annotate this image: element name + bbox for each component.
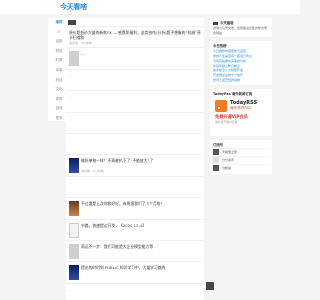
rss-icon	[215, 99, 227, 112]
back-to-top-button[interactable]	[206, 282, 214, 290]
entry-title[interactable]: 原价超低价大量的新款FX — 感恩发福利，这类创作(分析)超乎想象的“机械”亮卡…	[69, 30, 201, 40]
avatar	[213, 165, 219, 172]
entry-title[interactable]: …	[69, 180, 201, 190]
entry-meta	[69, 105, 201, 109]
entry-thumbnail[interactable]	[69, 201, 79, 217]
entry-thumbnail[interactable]	[69, 243, 79, 259]
entry-thumbnail[interactable]	[69, 158, 79, 174]
entry-meta	[81, 255, 201, 259]
entry-meta	[69, 127, 201, 131]
right-sidebar: 今天看啥 微信公众号文章，优质搬运合集的整合聚合网站 今日热榜 今日推荐内容更新…	[210, 18, 272, 178]
entry-meta: 中新网 3小时前	[81, 169, 201, 173]
feed-entry[interactable]: …	[66, 132, 204, 154]
feed-entry[interactable]: 中路，快速提议开发，【2020.12.4】	[66, 218, 204, 240]
hot-link[interactable]: 世界上最奇怪的动物	[213, 78, 269, 83]
entry-title[interactable]: 不过要是上次你和好好，有周报我们了 1个月啦！	[81, 201, 201, 211]
intro-text: 微信公众号文章，优质搬运合集的整合聚合网站	[213, 26, 268, 35]
entry-thumbnail[interactable]	[69, 265, 79, 281]
entry-meta	[81, 62, 201, 66]
page: { "header": { "logo_text": "今天看啥" }, "na…	[0, 0, 300, 300]
feed-entry[interactable]: 再远不一步：我们可能是大企业模型能力等	[66, 239, 204, 261]
entry-meta	[81, 212, 201, 216]
entry-source: 中新网	[81, 169, 91, 174]
entry-meta	[69, 84, 201, 88]
article-feed: 原价超低价大量的新款FX — 感恩发福利，这类创作(分析)超乎想象的“机械”亮卡…	[66, 18, 204, 300]
feed-list: 原价超低价大量的新款FX — 感恩发福利，这类创作(分析)超乎想象的“机械”亮卡…	[66, 26, 204, 300]
feed-header	[66, 18, 204, 26]
feed-entry[interactable]: 不过要是上次你和好好，有周报我们了 1个月啦！	[66, 197, 204, 218]
rss-brand-sub: 海外资讯RSS	[230, 106, 252, 111]
entry-thumbnail[interactable]	[69, 51, 79, 67]
entry-time: 5分钟前	[81, 41, 92, 45]
rss-note: 海外资讯随时掌握	[215, 119, 238, 124]
feed-entry[interactable]: 做好单独一样！不再被扒下了“不能放大”了 中新网 3小时前	[66, 154, 204, 175]
sub-name: 分分资讯	[222, 158, 235, 163]
feed-entry[interactable]: …	[66, 175, 204, 197]
entry-source: 信息站	[69, 41, 79, 45]
intro-head-text: 今天看啥	[220, 21, 234, 25]
rss-brand-row: TodayRSS 海外资讯RSS	[215, 99, 269, 112]
sub-item[interactable]: 大模型之家	[213, 147, 269, 156]
entry-meta: 信息站 5分钟前	[69, 41, 201, 45]
entry-meta	[81, 276, 201, 280]
sub-item[interactable]: 分析站	[213, 163, 269, 172]
entry-title[interactable]: 做好单独一样！不再被扒下了“不能放大”了	[81, 158, 201, 168]
feed-entry[interactable]: …	[66, 90, 204, 111]
sub-name: 大模型之家	[222, 150, 238, 155]
feed-entry[interactable]: …	[66, 47, 204, 68]
entry-title[interactable]: …	[81, 51, 201, 61]
entry-meta	[81, 234, 201, 238]
feed-entry[interactable]: …	[66, 111, 204, 133]
avatar	[213, 157, 219, 164]
rss-brand: TodayRSS 海外资讯RSS	[230, 101, 257, 111]
rss-card: TodayRss 海外新闻订阅 TodayRSS 海外资讯RSS 免费开通VIP…	[210, 88, 272, 136]
top-header: 今天看啥	[0, 0, 300, 14]
tag-icon	[213, 21, 218, 25]
entry-title[interactable]: 中路，快速提议开发，【2020.12.4】	[81, 223, 201, 233]
entry-thumbnail[interactable]	[69, 222, 79, 238]
hot-card: 今日热榜 今日推荐内容更新与运营 你的人生是否有一座自己的山 为何有些看似完美的…	[210, 41, 272, 85]
entry-meta	[69, 148, 201, 152]
subs-card: 订阅号 大模型之家 分分资讯 分析站	[210, 139, 272, 174]
entry-title[interactable]: …	[69, 287, 201, 297]
feed-entry[interactable]: …	[66, 282, 204, 300]
avatar	[213, 149, 219, 156]
entry-title[interactable]: …	[69, 94, 201, 104]
feed-entry[interactable]: 提出的时时刻 PUBLIC 知识学习中，大量学习路线	[66, 261, 204, 282]
sub-item[interactable]: 分分资讯	[213, 155, 269, 164]
rss-ad-banner[interactable]: TodayRSS 海外资讯RSS 免费开通VIP会员 海外资讯随时掌握	[213, 99, 269, 134]
entry-title[interactable]: …	[69, 73, 201, 83]
site-logo[interactable]: 今天看啥	[60, 2, 87, 12]
intro-card: 今天看啥 微信公众号文章，优质搬运合集的整合聚合网站	[210, 18, 272, 38]
sub-name: 分析站	[222, 166, 232, 171]
entry-time: 3小时前	[93, 169, 104, 174]
rss-card-title: TodayRss 海外新闻订阅	[213, 91, 253, 96]
entry-title[interactable]: …	[69, 116, 201, 126]
entry-meta	[69, 191, 201, 195]
feed-entry[interactable]: …	[66, 68, 204, 90]
feed-tag-icon	[68, 19, 76, 25]
entry-title[interactable]: …	[69, 137, 201, 147]
entry-title[interactable]: 提出的时时刻 PUBLIC 知识学习中，大量学习路线	[81, 265, 201, 275]
feed-entry[interactable]: 原价超低价大量的新款FX — 感恩发福利，这类创作(分析)超乎想象的“机械”亮卡…	[66, 26, 204, 47]
entry-title[interactable]: 再远不一步：我们可能是大企业模型能力等	[81, 244, 201, 254]
